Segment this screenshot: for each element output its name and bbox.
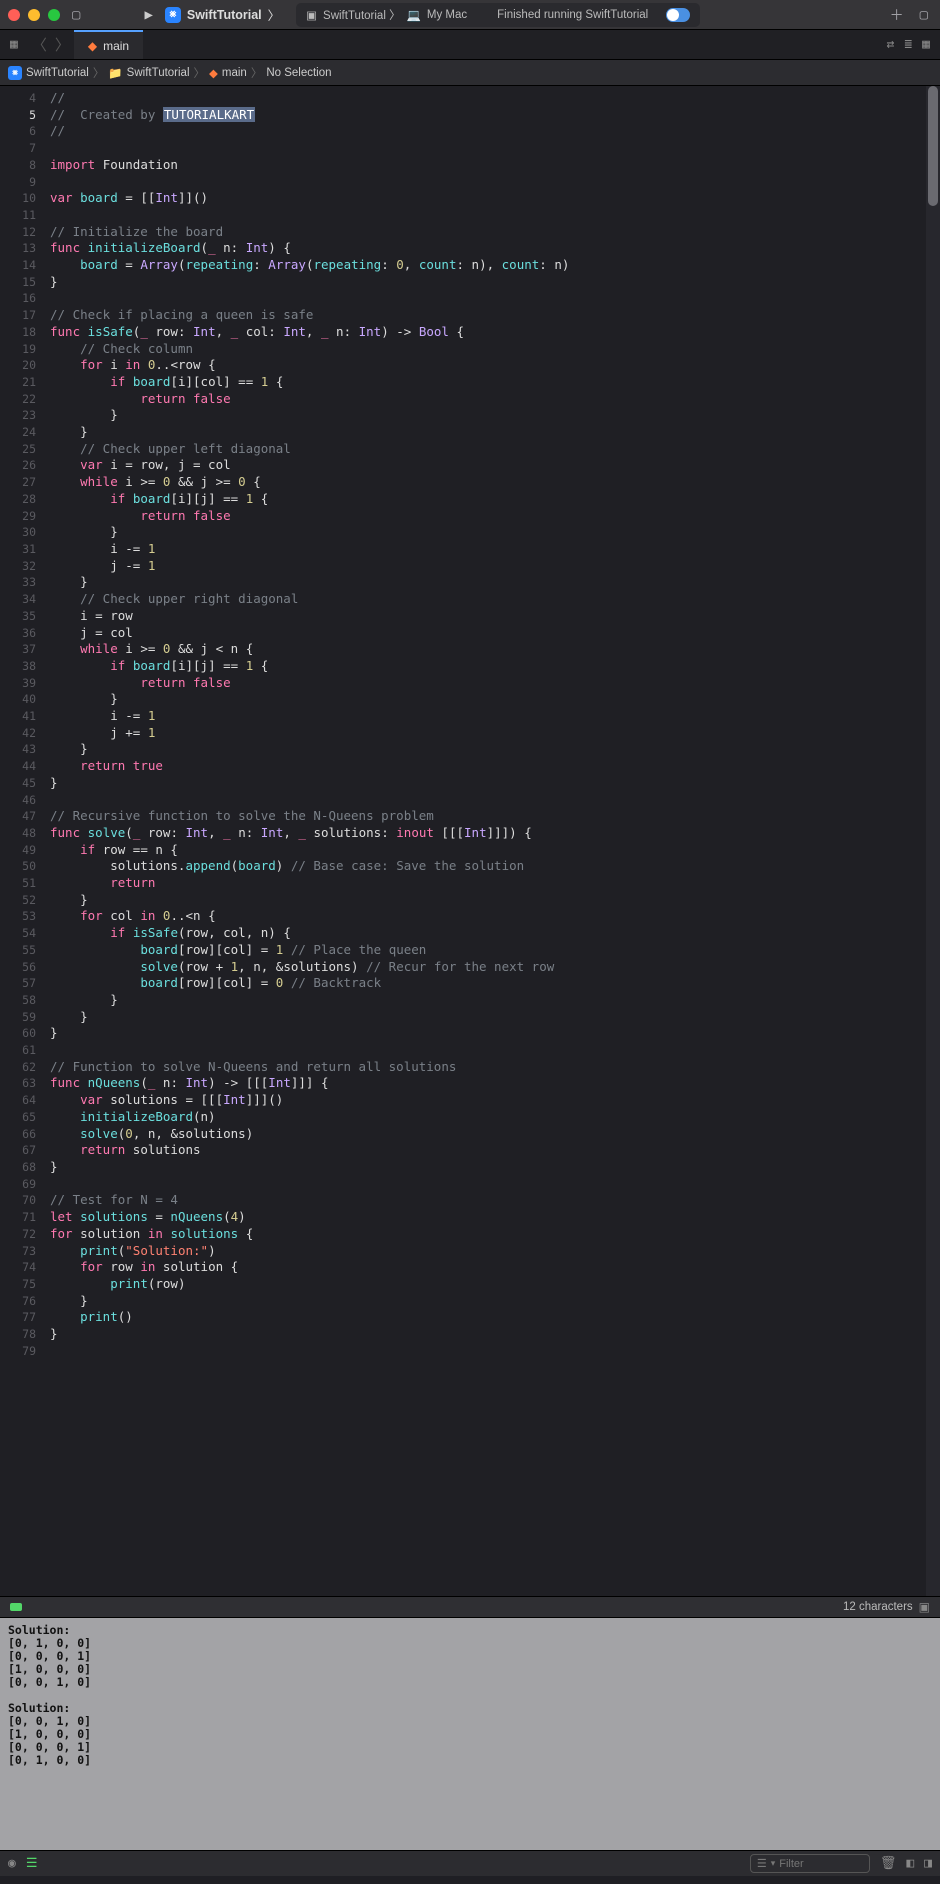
- console-output[interactable]: Solution: [0, 1, 0, 0] [0, 0, 0, 1] [1, …: [0, 1618, 940, 1850]
- filter-input[interactable]: [779, 1858, 839, 1870]
- tab-label: main: [103, 39, 129, 53]
- minimap-icon[interactable]: ⇄: [887, 37, 895, 52]
- success-indicator-icon: [10, 1603, 22, 1611]
- status-message: Finished running SwiftTutorial: [497, 9, 648, 21]
- status-project-icon: ▣: [306, 8, 317, 22]
- sidebar-toggle-icon[interactable]: ▢: [68, 5, 84, 25]
- trash-icon[interactable]: 🗑: [880, 1856, 897, 1871]
- swift-file-icon: ◆: [88, 39, 97, 53]
- filter-menu-icon[interactable]: ☰: [757, 1857, 767, 1870]
- scheme-sep: 〉: [268, 5, 281, 24]
- quicklook-icon[interactable]: ◉: [8, 1856, 16, 1871]
- chevron-right-icon: 〉: [251, 65, 263, 81]
- related-items-icon[interactable]: ▦: [0, 37, 28, 52]
- library-icon[interactable]: ▢: [916, 5, 932, 25]
- code-area[interactable]: // // Created by TUTORIALKART // import …: [44, 86, 940, 1596]
- project-icon: ⨳: [8, 66, 22, 80]
- mac-icon: 💻: [407, 8, 421, 22]
- scrollbar-thumb[interactable]: [928, 86, 938, 206]
- tab-main[interactable]: ◆ main: [74, 30, 143, 59]
- chevron-right-icon: 〉: [93, 65, 105, 81]
- variables-view-icon[interactable]: ☰: [26, 1856, 38, 1871]
- console-filter[interactable]: ☰ ▾: [750, 1854, 870, 1873]
- swift-file-icon: ◆: [209, 66, 218, 80]
- editor-scrollbar[interactable]: [926, 86, 940, 1596]
- split-right-icon[interactable]: ◨: [924, 1856, 932, 1871]
- jump-bar[interactable]: ⨳ SwiftTutorial 〉 📁 SwiftTutorial 〉 ◆ ma…: [0, 60, 940, 86]
- status-device: My Mac: [427, 9, 467, 21]
- selection-characters: 12 characters: [843, 1601, 913, 1613]
- folder-icon: 📁: [108, 66, 122, 80]
- zoom-window-button[interactable]: [48, 9, 60, 21]
- chevron-down-icon: ▾: [771, 1858, 776, 1869]
- status-prefix: SwiftTutorial 〉: [323, 7, 401, 23]
- chevron-right-icon: 〉: [194, 65, 206, 81]
- titlebar: ▢ ▶ ⨳ SwiftTutorial 〉 ▣ SwiftTutorial 〉 …: [0, 0, 940, 30]
- scheme-selector[interactable]: ⨳ SwiftTutorial 〉: [165, 5, 280, 24]
- code-editor[interactable]: 4567891011121314151617181920212223242526…: [0, 86, 940, 1596]
- nav-back-icon[interactable]: 〈: [28, 34, 51, 55]
- jump-symbol[interactable]: No Selection: [266, 67, 331, 79]
- add-icon[interactable]: ＋: [886, 3, 908, 27]
- minimize-window-button[interactable]: [28, 9, 40, 21]
- app-icon: ⨳: [165, 7, 181, 23]
- nav-forward-icon[interactable]: 〉: [51, 34, 74, 55]
- split-left-icon[interactable]: ◧: [906, 1856, 914, 1871]
- line-number-gutter: 4567891011121314151617181920212223242526…: [0, 86, 44, 1596]
- tab-bar: ▦ 〈 〉 ◆ main ⇄ ≣ ▦: [0, 30, 940, 60]
- run-icon[interactable]: ▶: [140, 5, 156, 25]
- jump-folder[interactable]: SwiftTutorial: [127, 67, 190, 79]
- jump-file[interactable]: main: [222, 67, 247, 79]
- window-controls: [8, 9, 60, 21]
- debug-status-bar: 12 characters ▣: [0, 1596, 940, 1618]
- console-toggle-icon[interactable]: ▣: [919, 1600, 930, 1614]
- adjust-editor-icon[interactable]: ≣: [904, 37, 912, 52]
- add-editor-icon[interactable]: ▦: [922, 37, 930, 52]
- activity-status[interactable]: ▣ SwiftTutorial 〉 💻 My Mac Finished runn…: [296, 3, 700, 27]
- close-window-button[interactable]: [8, 9, 20, 21]
- build-switch[interactable]: [666, 8, 690, 22]
- debug-bottom-bar: ◉ ☰ ☰ ▾ 🗑 ◧ ◨: [0, 1850, 940, 1876]
- jump-project[interactable]: SwiftTutorial: [26, 67, 89, 79]
- scheme-project: SwiftTutorial: [187, 8, 262, 22]
